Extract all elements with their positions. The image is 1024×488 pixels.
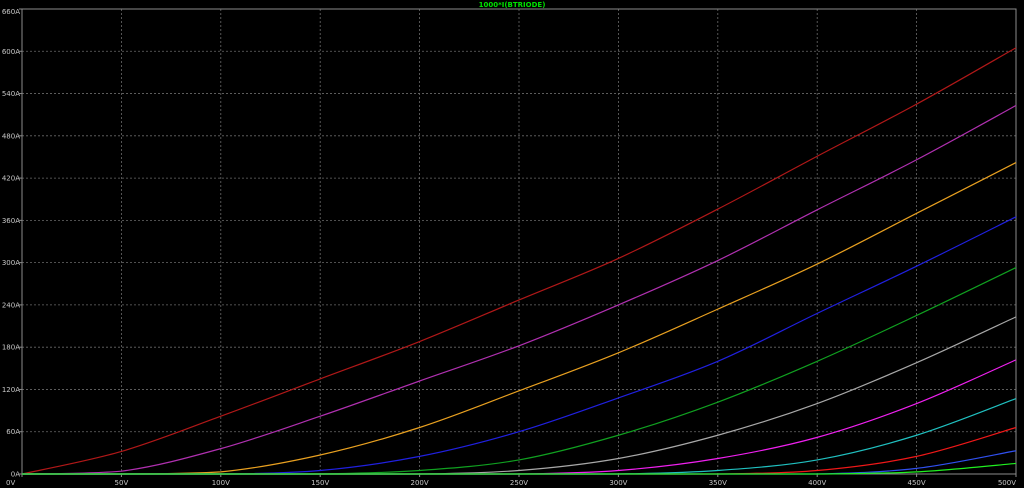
x-tick-label: 100V xyxy=(212,479,230,487)
x-tick-label: 500V xyxy=(998,479,1016,487)
x-tick-label: 450V xyxy=(908,479,926,487)
y-tick-label: 420A xyxy=(2,175,20,183)
x-tick-label: 350V xyxy=(709,479,727,487)
chart-background xyxy=(0,0,1024,488)
x-tick-label: 200V xyxy=(411,479,429,487)
x-tick-label: 0V xyxy=(6,479,15,487)
x-tick-label: 50V xyxy=(115,479,129,487)
x-tick-label: 300V xyxy=(609,479,627,487)
x-tick-label: 150V xyxy=(311,479,329,487)
y-tick-label: 0A xyxy=(11,471,20,479)
y-tick-label: 300A xyxy=(2,259,20,267)
x-tick-label: 400V xyxy=(808,479,826,487)
chart-title: 1000*I(BTRIODE) xyxy=(479,1,546,9)
y-tick-label: 180A xyxy=(2,344,20,352)
y-tick-label: 360A xyxy=(2,217,20,225)
triode-plate-curves-chart: 0V 50V 100V 150V 200V 250V 300V 350V 400V 450V 500… xyxy=(0,0,1024,488)
y-tick-label: 120A xyxy=(2,386,20,394)
x-tick-label: 250V xyxy=(510,479,528,487)
y-tick-label: 480A xyxy=(2,132,20,140)
y-tick-label: 60A xyxy=(6,428,20,436)
plot-area[interactable]: 0V 50V 100V 150V 200V 250V 300V 350V 400V 450V 500… xyxy=(0,0,1024,488)
y-tick-label: 240A xyxy=(2,301,20,309)
y-tick-label: 660A xyxy=(2,8,20,16)
y-tick-label: 600A xyxy=(2,48,20,56)
y-tick-label: 540A xyxy=(2,90,20,98)
